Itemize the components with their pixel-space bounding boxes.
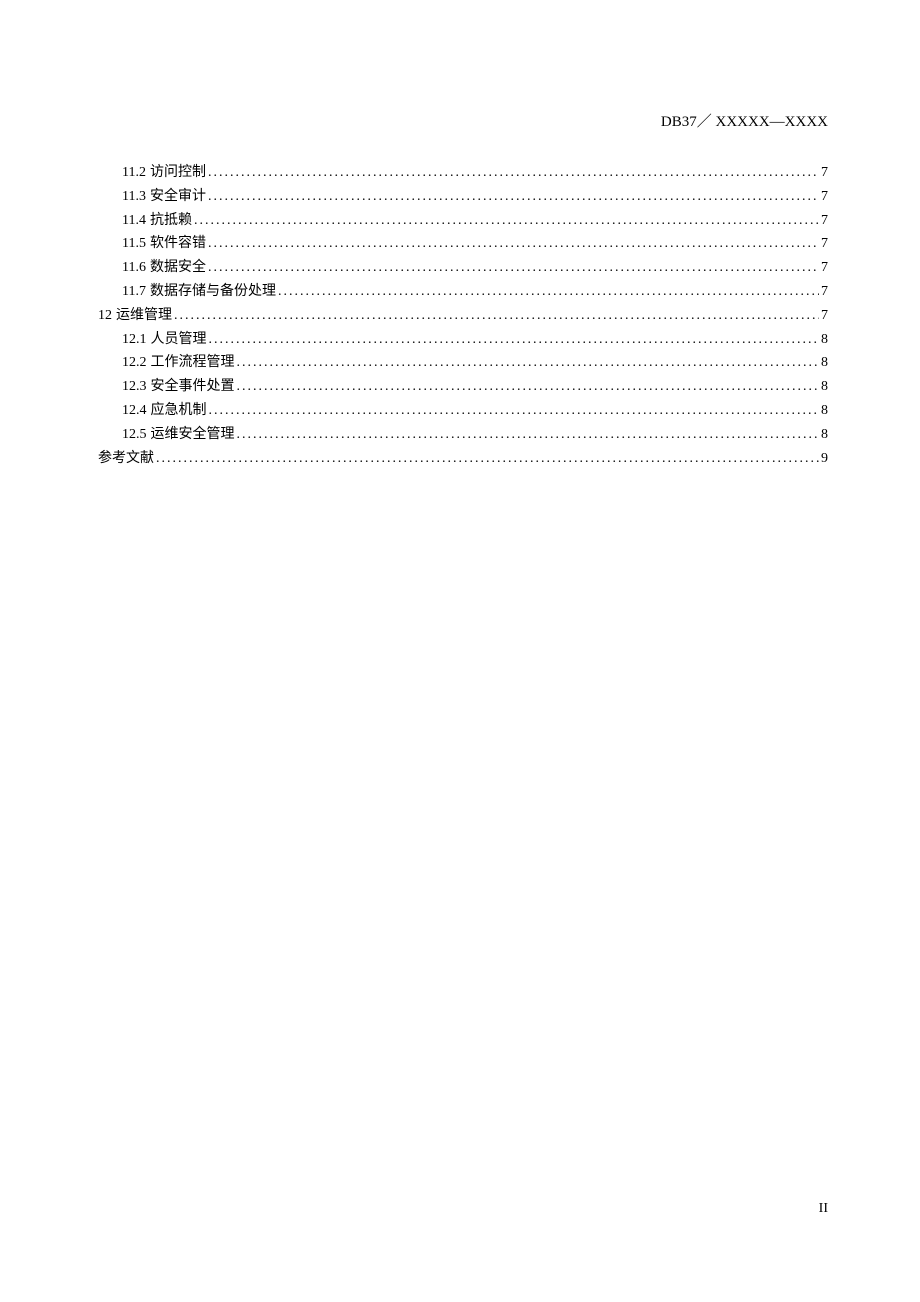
toc-entry-title: 参考文献 [98, 447, 154, 471]
toc-entry-page: 8 [821, 351, 828, 375]
toc-entry-page: 7 [821, 304, 828, 328]
toc-entry-number: 11.2 [122, 161, 146, 185]
toc-entry: 11.2访问控制 7 [98, 161, 828, 185]
toc-entry-page: 8 [821, 328, 828, 352]
toc-entry-number: 11.7 [122, 280, 146, 304]
toc-entry-number: 11.6 [122, 256, 146, 280]
toc-leader-dots [209, 399, 820, 423]
toc-leader-dots [208, 256, 819, 280]
toc-entry-page: 7 [821, 256, 828, 280]
toc-entry-number: 12.4 [122, 399, 147, 423]
toc-entry-page: 7 [821, 185, 828, 209]
toc-entry: 11.3安全审计 7 [98, 185, 828, 209]
toc-entry-title: 运维管理 [116, 304, 172, 328]
toc-entry: 12.1人员管理 8 [98, 328, 828, 352]
toc-entry-page: 8 [821, 375, 828, 399]
toc-entry-number: 12.2 [122, 351, 147, 375]
document-page: DB37／ XXXXX—XXXX 11.2访问控制711.3安全审计711.4抗… [0, 0, 920, 470]
toc-leader-dots [209, 328, 820, 352]
toc-entry: 11.6数据安全 7 [98, 256, 828, 280]
toc-leader-dots [156, 447, 819, 471]
toc-leader-dots [237, 351, 820, 375]
toc-entry-title: 应急机制 [151, 399, 207, 423]
toc-entry: 12.5运维安全管理 8 [98, 423, 828, 447]
toc-leader-dots [174, 304, 819, 328]
toc-entry-title: 安全事件处置 [151, 375, 235, 399]
toc-entry-page: 8 [821, 399, 828, 423]
toc-entry-title: 安全审计 [150, 185, 206, 209]
toc-entry: 11.4抗抵赖 7 [98, 209, 828, 233]
toc-leader-dots [208, 161, 819, 185]
toc-entry-title: 软件容错 [150, 232, 206, 256]
toc-entry-number: 11.5 [122, 232, 146, 256]
toc-leader-dots [194, 209, 819, 233]
toc-entry-title: 数据存储与备份处理 [150, 280, 276, 304]
document-header: DB37／ XXXXX—XXXX [98, 110, 828, 131]
toc-entry-number: 12.3 [122, 375, 147, 399]
toc-entry: 参考文献 9 [98, 447, 828, 471]
toc-entry-page: 9 [821, 447, 828, 471]
toc-entry: 12.2工作流程管理 8 [98, 351, 828, 375]
toc-leader-dots [208, 185, 819, 209]
toc-entry-number: 12.1 [122, 328, 147, 352]
toc-entry: 12.3安全事件处置 8 [98, 375, 828, 399]
toc-leader-dots [278, 280, 819, 304]
toc-entry-title: 访问控制 [150, 161, 206, 185]
toc-entry: 12运维管理 7 [98, 304, 828, 328]
toc-entry-page: 7 [821, 209, 828, 233]
toc-entry-title: 人员管理 [151, 328, 207, 352]
toc-entry-title: 运维安全管理 [151, 423, 235, 447]
toc-entry-title: 工作流程管理 [151, 351, 235, 375]
toc-entry-number: 11.4 [122, 209, 146, 233]
toc-leader-dots [208, 232, 819, 256]
toc-entry-page: 7 [821, 280, 828, 304]
toc-entry: 11.5软件容错 7 [98, 232, 828, 256]
toc-entry-number: 12.5 [122, 423, 147, 447]
toc-leader-dots [237, 423, 820, 447]
toc-entry: 12.4应急机制 8 [98, 399, 828, 423]
toc-entry-page: 8 [821, 423, 828, 447]
toc-leader-dots [237, 375, 820, 399]
toc-entry: 11.7数据存储与备份处理 7 [98, 280, 828, 304]
table-of-contents: 11.2访问控制711.3安全审计711.4抗抵赖711.5软件容错711.6数… [98, 161, 828, 470]
toc-entry-number: 12 [98, 304, 112, 328]
toc-entry-title: 抗抵赖 [150, 209, 192, 233]
toc-entry-page: 7 [821, 161, 828, 185]
page-number: II [819, 1201, 828, 1217]
toc-entry-title: 数据安全 [150, 256, 206, 280]
toc-entry-page: 7 [821, 232, 828, 256]
toc-entry-number: 11.3 [122, 185, 146, 209]
